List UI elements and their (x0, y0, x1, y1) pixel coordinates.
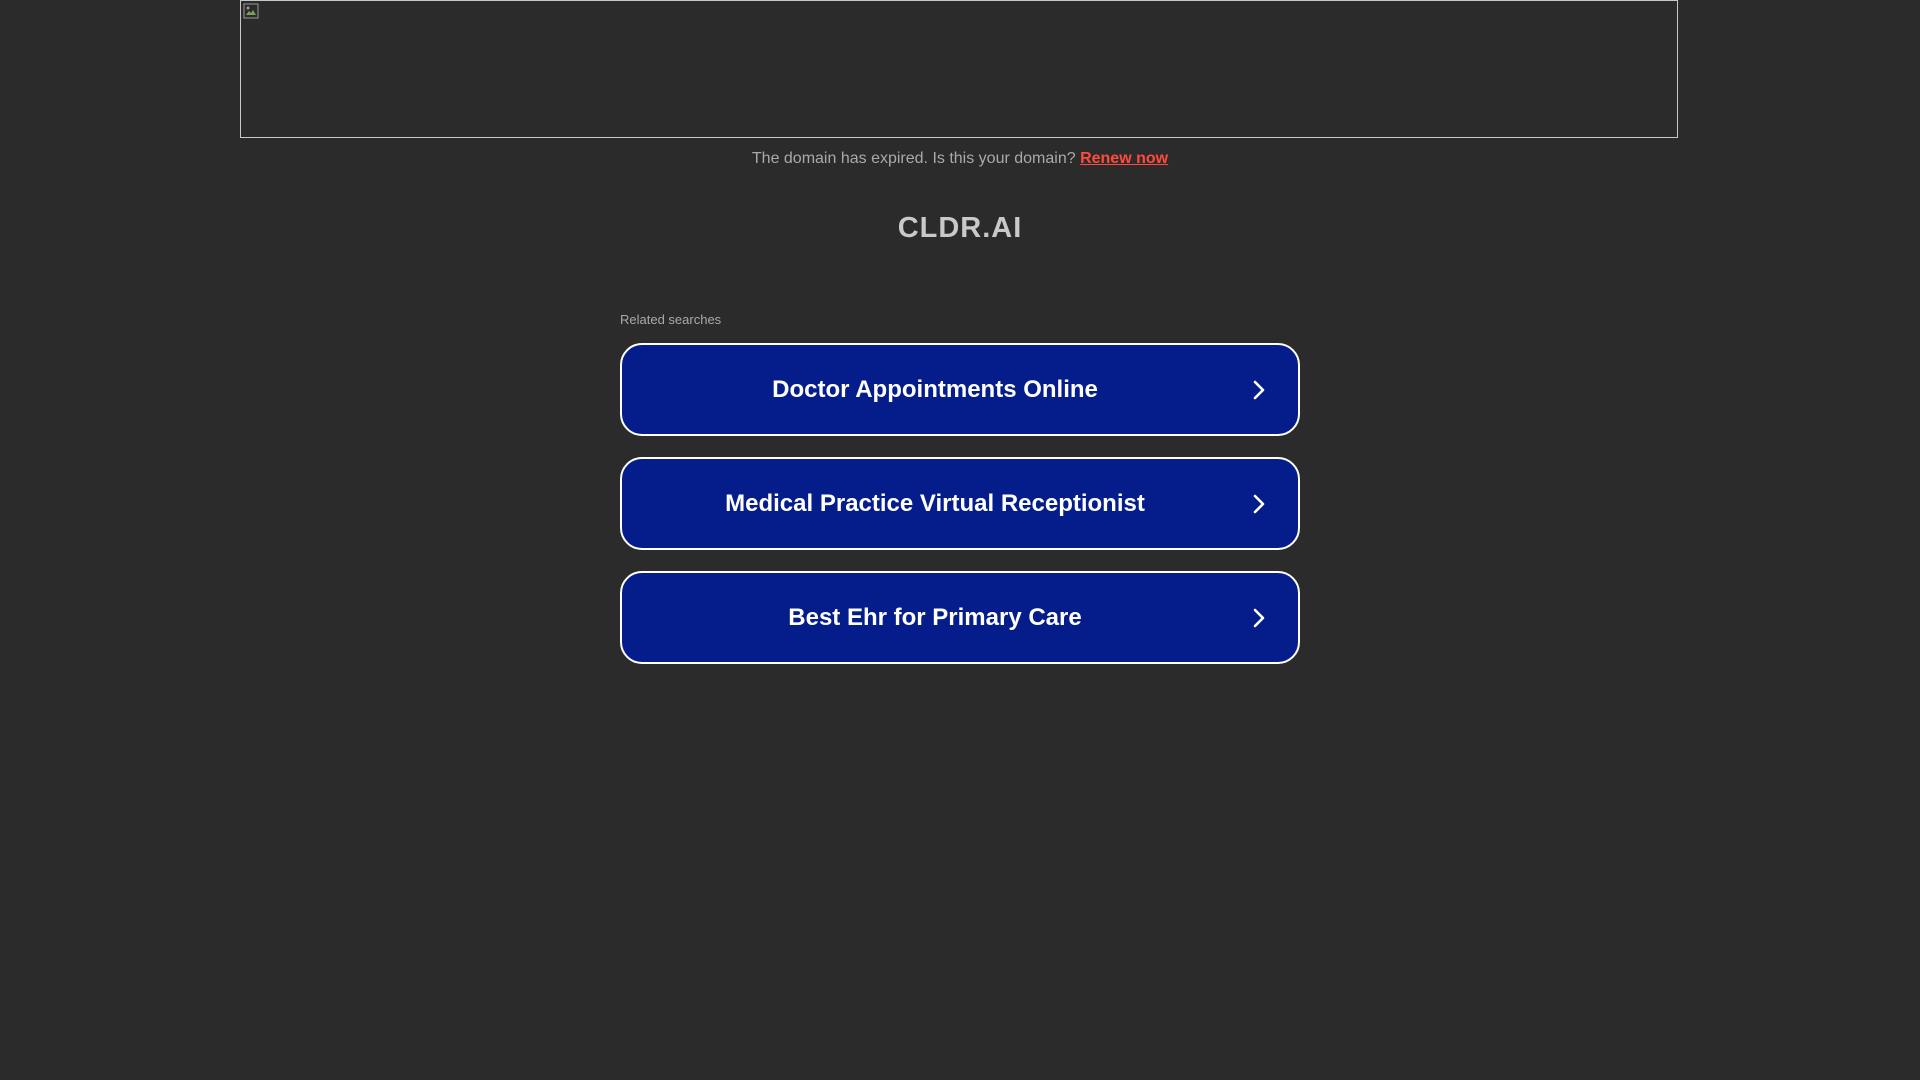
related-search-label: Medical Practice Virtual Receptionist (725, 489, 1145, 517)
expired-text: The domain has expired. Is this your dom… (751, 150, 1076, 167)
banner-image-frame[interactable] (240, 0, 1678, 138)
domain-expired-notice: The domain has expired. Is this your dom… (0, 150, 1920, 168)
renew-now-link[interactable]: Renew now (1080, 150, 1168, 167)
chevron-right-icon (1253, 608, 1265, 627)
domain-title: CLDR.AI (897, 212, 1023, 244)
related-search-label: Best Ehr for Primary Care (788, 603, 1082, 631)
broken-image-icon (243, 3, 259, 19)
related-search-button[interactable]: Best Ehr for Primary Care (620, 571, 1300, 664)
related-searches-list: Doctor Appointments Online Medical Pract… (620, 343, 1300, 685)
chevron-right-icon (1253, 494, 1265, 513)
related-search-label: Doctor Appointments Online (772, 375, 1098, 403)
chevron-right-icon (1253, 380, 1265, 399)
related-search-button[interactable]: Medical Practice Virtual Receptionist (620, 457, 1300, 550)
related-search-button[interactable]: Doctor Appointments Online (620, 343, 1300, 436)
related-searches-label: Related searches (620, 312, 722, 327)
